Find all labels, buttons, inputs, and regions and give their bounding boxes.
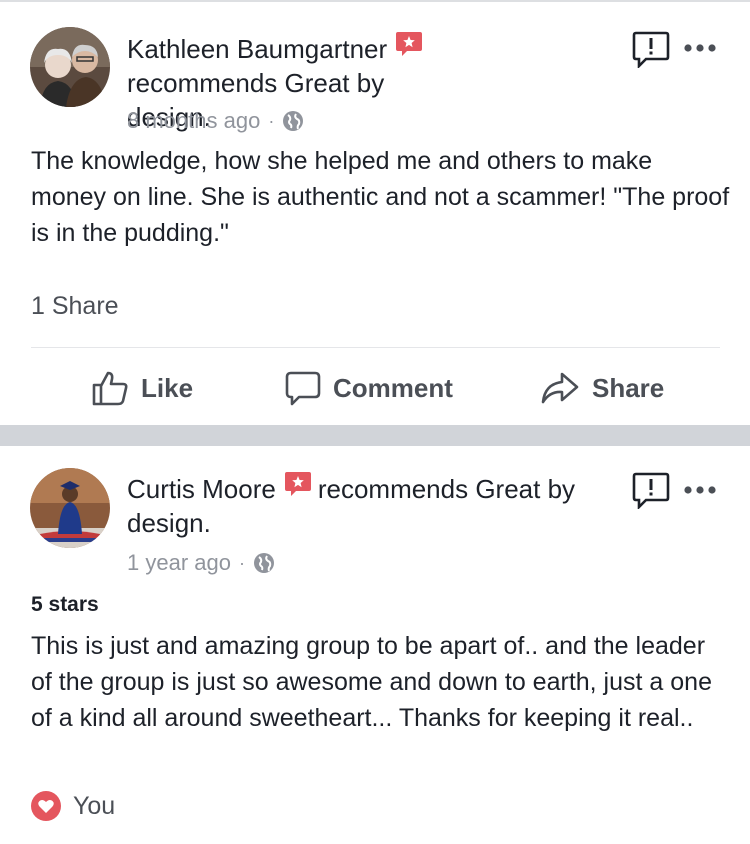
recommend-badge-icon <box>284 470 312 498</box>
recommend-badge-icon <box>395 30 423 58</box>
thumbs-up-icon <box>92 371 128 406</box>
author-name[interactable]: Curtis Moore <box>127 474 276 504</box>
report-icon[interactable] <box>632 471 670 509</box>
heart-reaction-icon <box>31 791 61 821</box>
reaction-label: You <box>73 791 116 820</box>
like-button[interactable]: Like <box>91 368 193 408</box>
rating-label: 5 stars <box>31 593 99 616</box>
review-post: Curtis Moore recommends Great by design. … <box>0 446 750 844</box>
globe-icon <box>283 111 304 131</box>
more-options-icon[interactable] <box>682 42 718 54</box>
avatar[interactable] <box>30 27 110 107</box>
share-label: Share <box>592 372 665 403</box>
post-body: The knowledge, how she helped me and oth… <box>31 147 730 247</box>
comment-label: Comment <box>333 372 453 403</box>
post-header: Curtis Moore recommends Great by design. <box>127 472 607 540</box>
meta-separator: · <box>268 110 275 131</box>
avatar-photo <box>30 468 110 548</box>
comment-bubble-icon <box>285 371 321 406</box>
avatar-photo <box>30 27 110 107</box>
share-arrow-icon <box>541 372 579 404</box>
like-label: Like <box>141 372 194 403</box>
divider <box>31 347 720 348</box>
more-options-icon[interactable] <box>682 484 718 496</box>
timestamp[interactable]: 8 months ago <box>127 108 260 134</box>
report-icon[interactable] <box>632 30 670 68</box>
reaction-summary[interactable]: You <box>31 791 115 821</box>
comment-button[interactable]: Comment <box>285 368 453 408</box>
post-body: This is just and amazing group to be apa… <box>31 632 712 732</box>
post-separator <box>0 425 750 446</box>
post-meta: 8 months ago · <box>127 108 304 134</box>
author-name[interactable]: Kathleen Baumgartner <box>127 34 387 64</box>
review-post: Kathleen Baumgartner recommends Great by… <box>0 0 750 425</box>
timestamp[interactable]: 1 year ago <box>127 550 231 576</box>
post-meta: 1 year ago · <box>127 550 275 576</box>
avatar[interactable] <box>30 468 110 548</box>
share-button[interactable]: Share <box>540 368 664 408</box>
meta-separator: · <box>238 552 245 573</box>
globe-icon <box>253 553 274 573</box>
share-count[interactable]: 1 Share <box>31 292 119 321</box>
